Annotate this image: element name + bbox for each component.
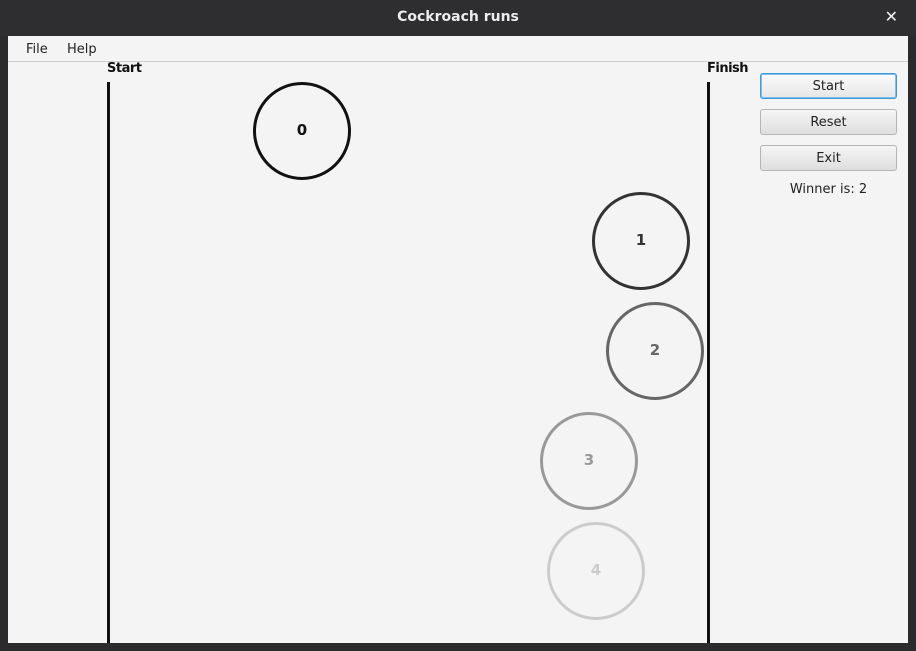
cockroach-0: 0 bbox=[253, 82, 351, 180]
start-line bbox=[107, 82, 110, 643]
cockroach-label: 4 bbox=[590, 561, 602, 579]
app-window: Cockroach runs ✕ File Help Start Finish … bbox=[0, 0, 916, 651]
finish-line bbox=[707, 82, 710, 643]
title-bar: Cockroach runs ✕ bbox=[0, 0, 916, 36]
menu-bar: File Help bbox=[8, 36, 908, 62]
menu-file[interactable]: File bbox=[26, 42, 48, 57]
cockroach-label: 2 bbox=[649, 341, 661, 359]
cockroach-3: 3 bbox=[540, 412, 638, 510]
exit-button[interactable]: Exit bbox=[760, 145, 897, 171]
reset-button[interactable]: Reset bbox=[760, 109, 897, 135]
menu-help[interactable]: Help bbox=[67, 42, 97, 57]
cockroach-label: 3 bbox=[583, 451, 595, 469]
start-label: Start bbox=[107, 61, 142, 76]
cockroach-1: 1 bbox=[592, 192, 690, 290]
cockroach-2: 2 bbox=[606, 302, 704, 400]
close-icon[interactable]: ✕ bbox=[885, 7, 898, 26]
client-area: File Help Start Finish 0 1 2 3 4 Start R… bbox=[8, 36, 908, 643]
cockroach-label: 1 bbox=[635, 231, 647, 249]
winner-text: Winner is: 2 bbox=[789, 182, 868, 197]
cockroach-label: 0 bbox=[296, 121, 308, 139]
start-button[interactable]: Start bbox=[760, 73, 897, 99]
finish-label: Finish bbox=[707, 61, 749, 76]
cockroach-4: 4 bbox=[547, 522, 645, 620]
window-title: Cockroach runs bbox=[397, 9, 519, 25]
